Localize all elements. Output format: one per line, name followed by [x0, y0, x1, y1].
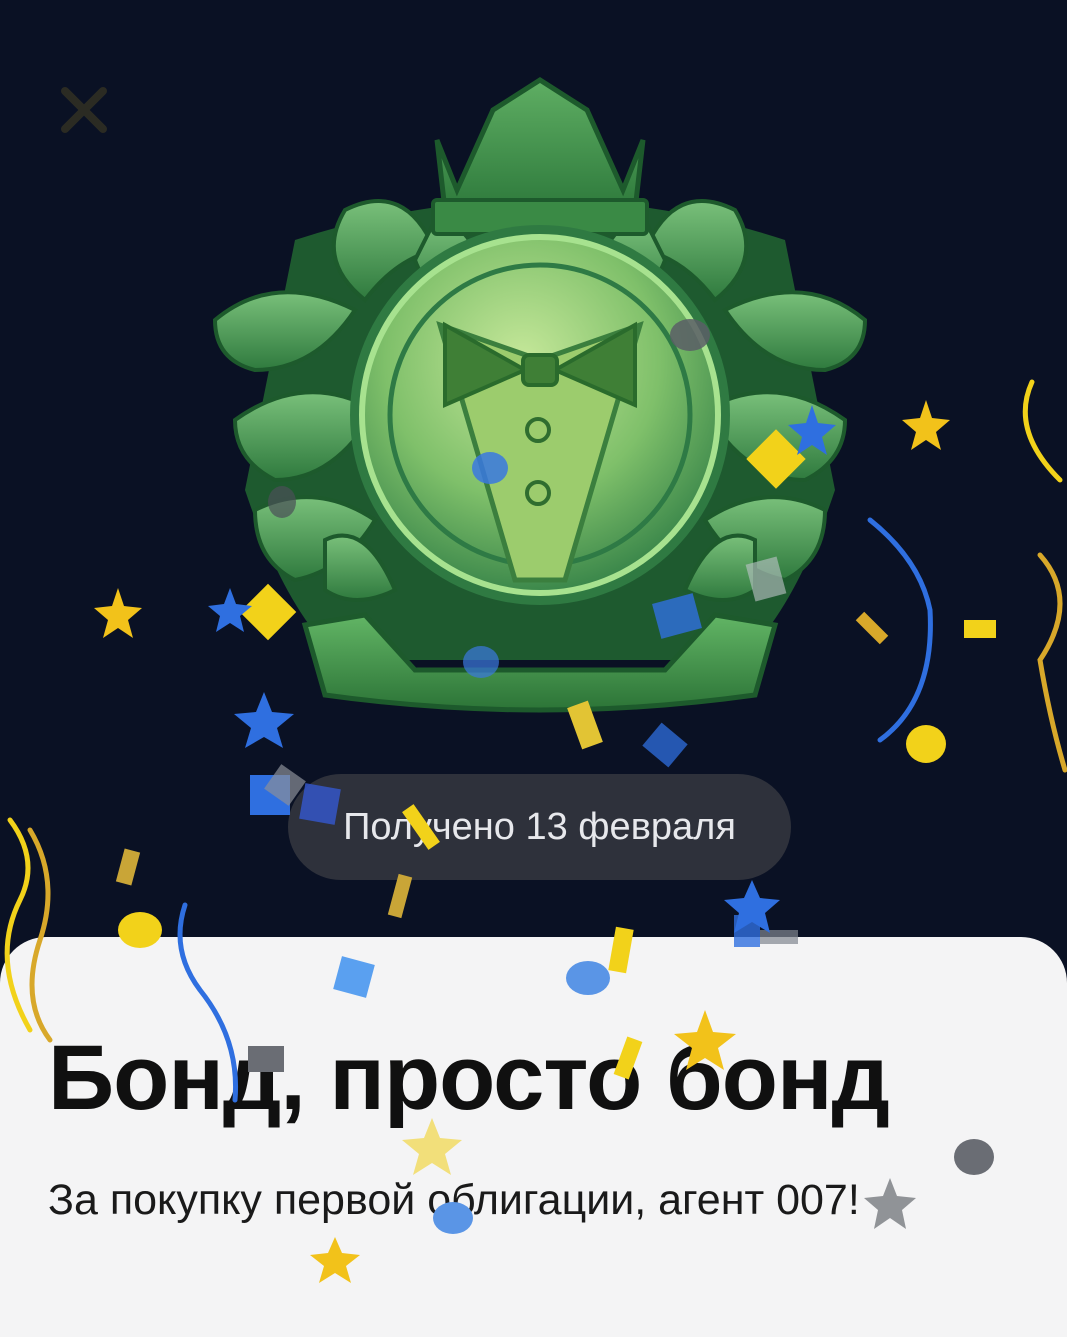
close-button[interactable]: [52, 78, 116, 142]
achievement-title: Бонд, просто бонд: [48, 1027, 890, 1129]
received-date-pill: Получено 13 февраля: [288, 774, 791, 880]
bottom-sheet: [0, 937, 1067, 1337]
tuxedo-crest-icon: [212, 77, 868, 713]
close-icon: [61, 87, 107, 133]
achievement-badge: [195, 70, 885, 760]
received-date-label: Получено 13 февраля: [343, 805, 736, 848]
achievement-description: За покупку первой облигации, агент 007!: [48, 1176, 860, 1224]
